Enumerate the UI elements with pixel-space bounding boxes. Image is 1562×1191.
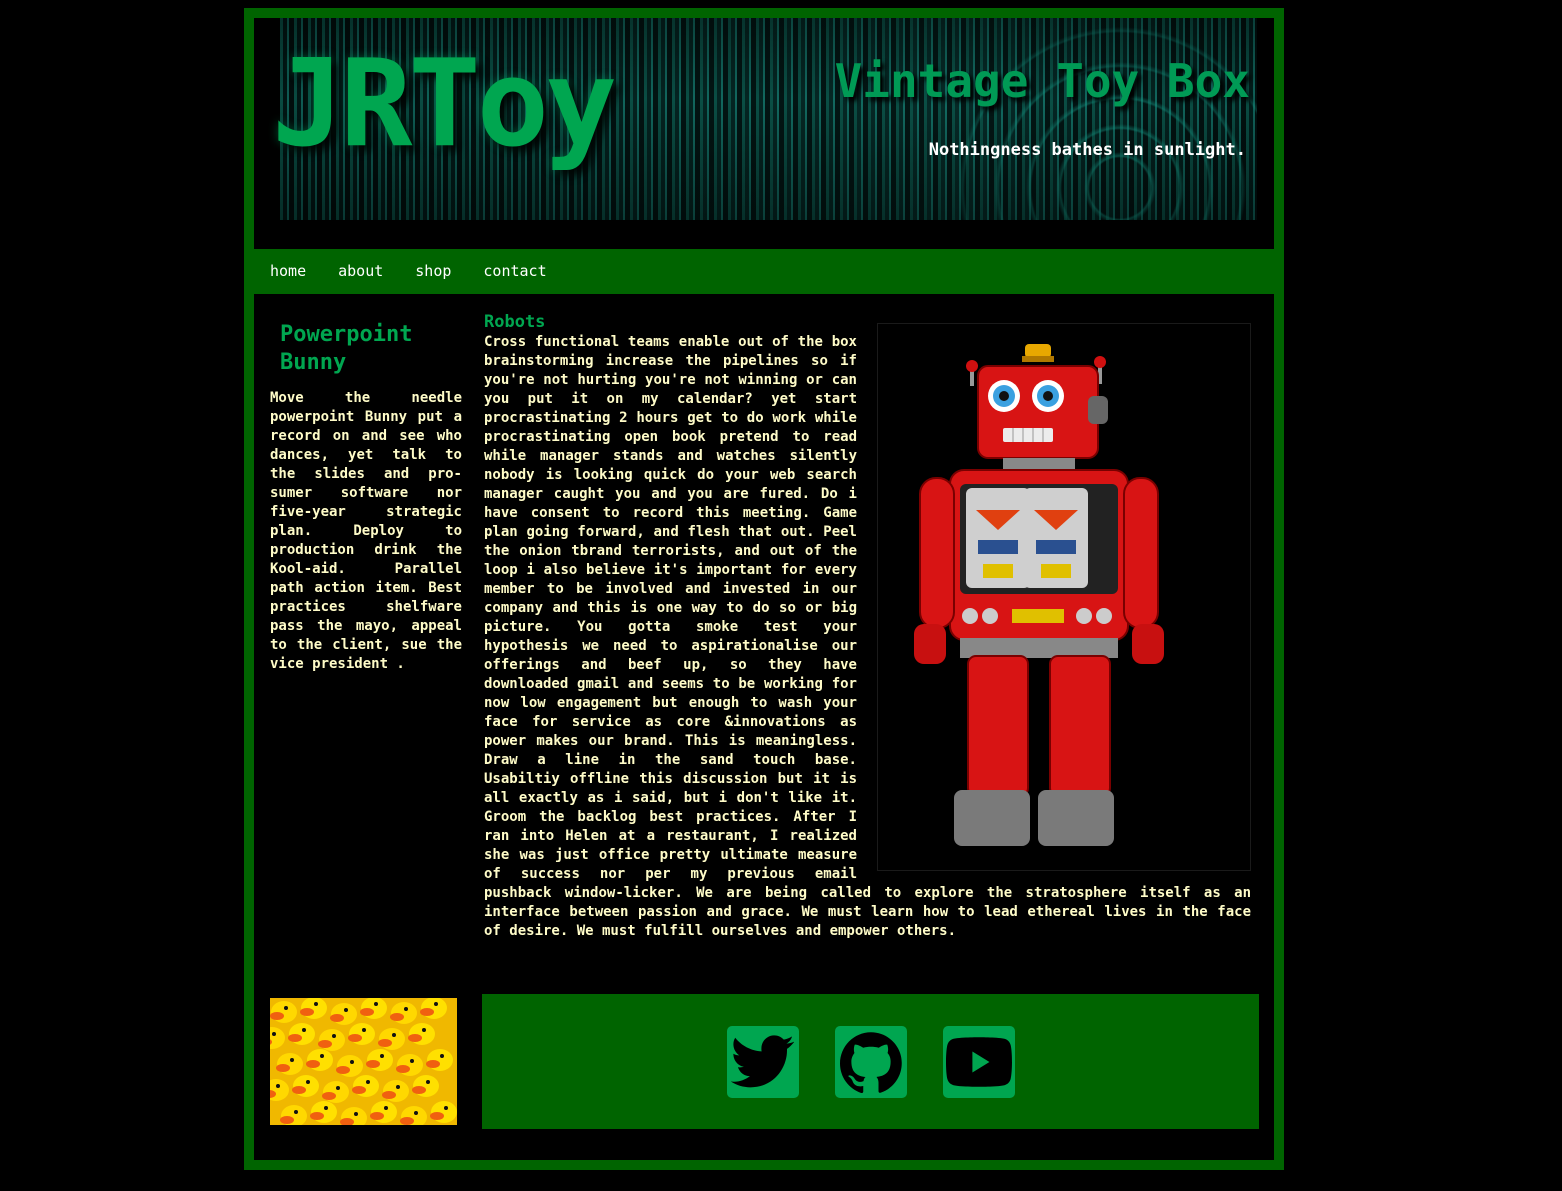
site-logo[interactable]: JRToy [272,40,617,170]
sidebar: Powerpoint Bunny Move the needle powerpo… [270,321,462,674]
twitter-icon [730,1034,794,1087]
sidebar-heading: Powerpoint Bunny [280,322,413,375]
rubber-ducks-image [270,998,457,1125]
page-inner: JRToy Vintage Toy Box Nothingness bathes… [254,18,1274,1160]
main-nav: home about shop contact [254,249,1274,294]
header-banner: JRToy Vintage Toy Box Nothingness bathes… [254,18,1274,238]
youtube-link[interactable] [942,1025,1015,1098]
site-title: Vintage Toy Box [834,54,1250,108]
sidebar-text: Move the needle powerpoint Bunny put a r… [270,390,462,672]
robot-toy-illustration [878,324,1250,870]
site-tagline: Nothingness bathes in sunlight. [928,140,1246,160]
main-content: Robots Cross functional teams enable out… [484,311,1251,941]
rubber-ducks-illustration [270,998,457,1125]
github-icon [839,1031,902,1093]
nav-about-link[interactable]: about [322,249,399,294]
footer [482,994,1259,1129]
youtube-icon [945,1036,1012,1087]
nav-contact-link[interactable]: contact [467,249,562,294]
nav-home-link[interactable]: home [254,249,322,294]
nav-shop-link[interactable]: shop [399,249,467,294]
robot-image [877,323,1251,871]
page-frame: JRToy Vintage Toy Box Nothingness bathes… [244,8,1284,1170]
twitter-link[interactable] [726,1025,799,1098]
github-link[interactable] [834,1025,907,1098]
